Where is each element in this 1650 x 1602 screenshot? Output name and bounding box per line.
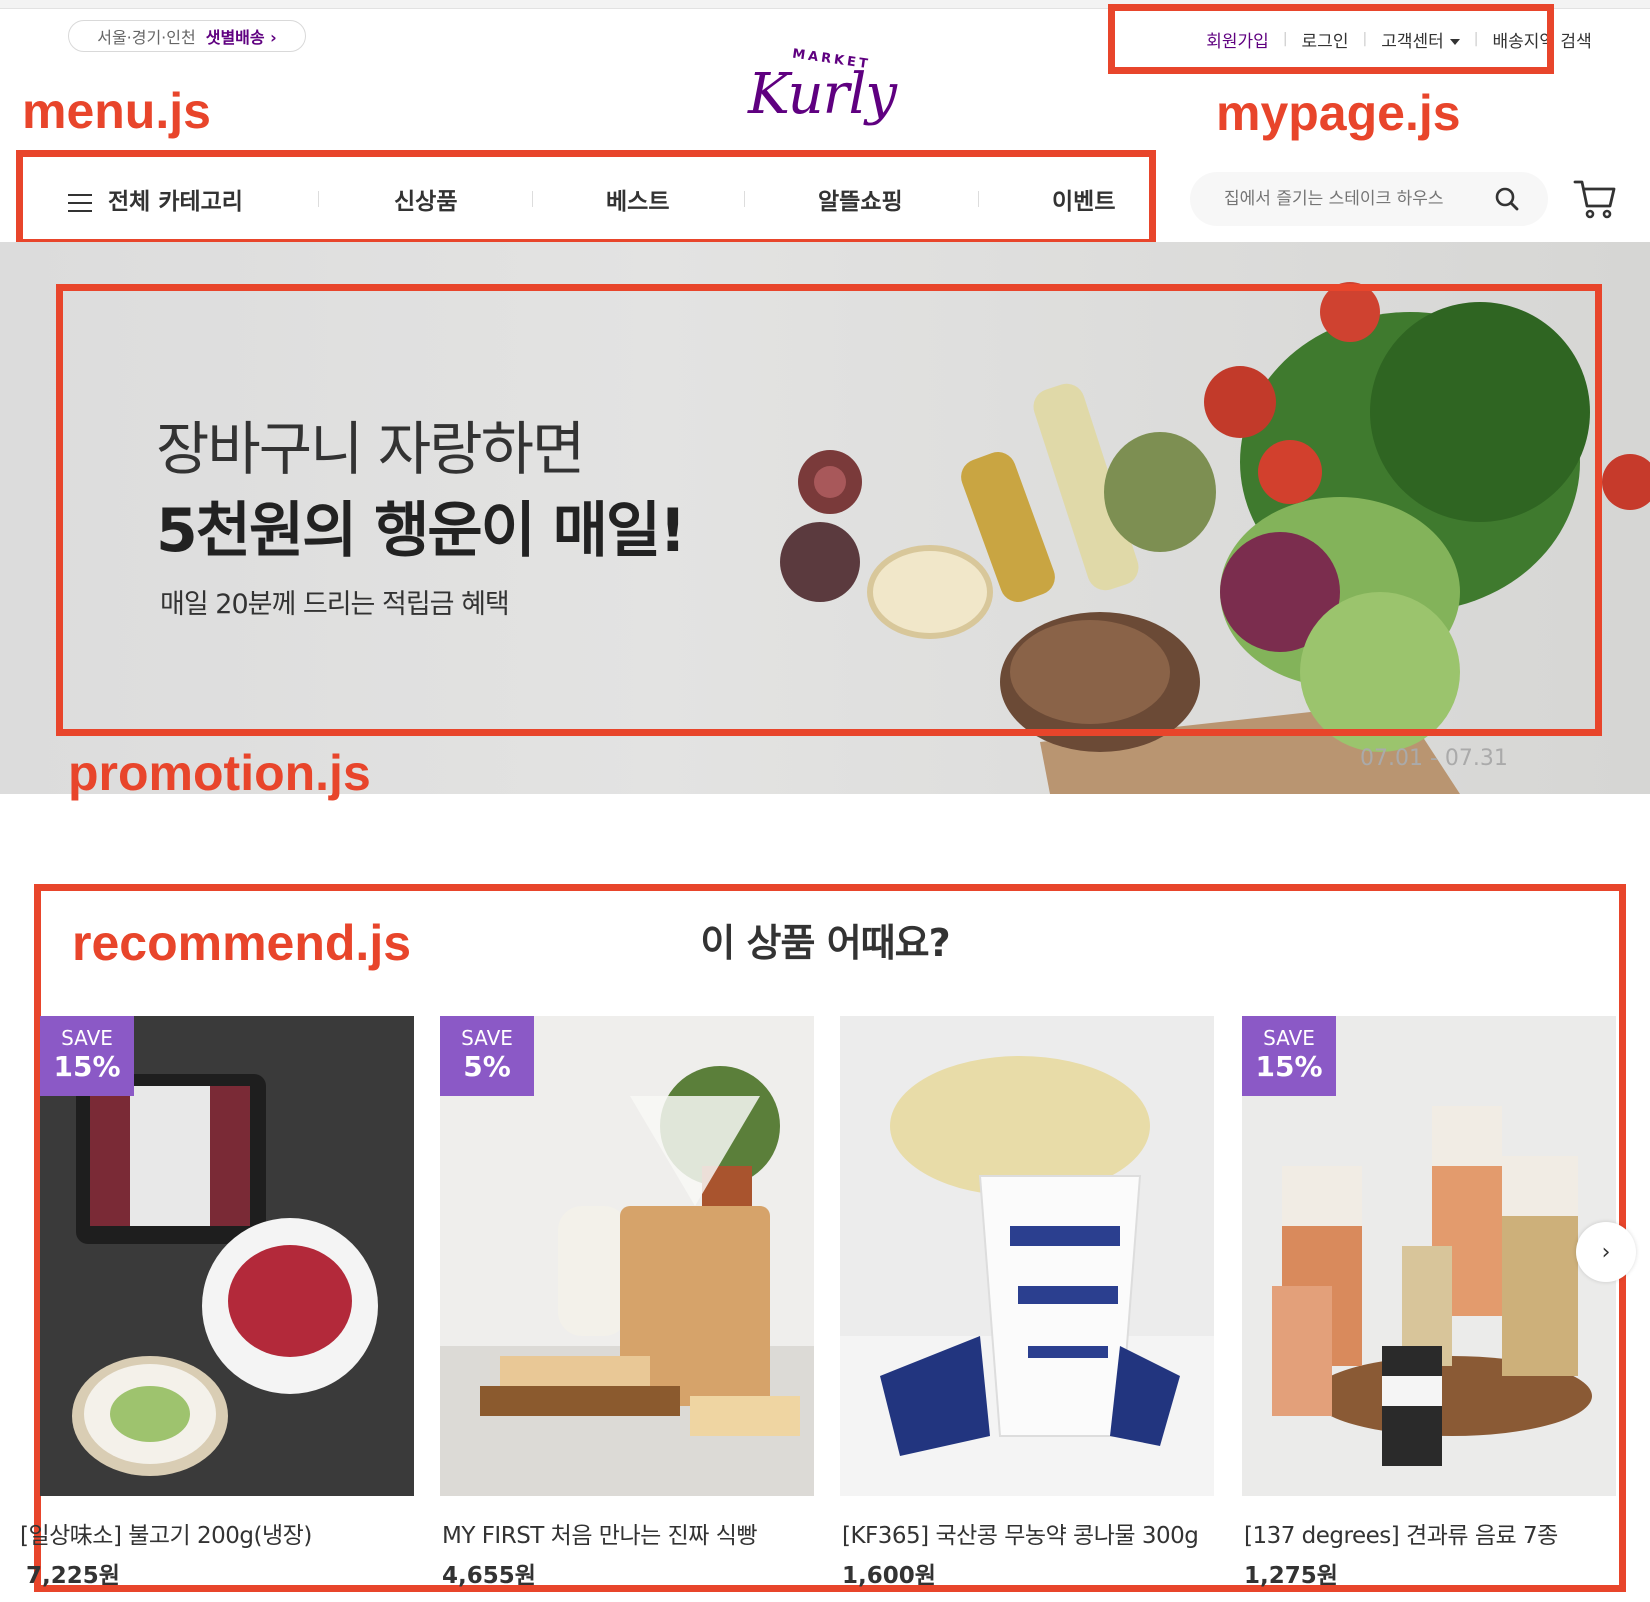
banner-period: 07.01 - 07.31 [1360, 746, 1508, 771]
delivery-region: 서울·경기·인천 [97, 28, 196, 47]
product-name[interactable]: MY FIRST 처음 만나는 진짜 식빵 [442, 1516, 822, 1550]
mypage-annotation-box [1108, 4, 1554, 74]
save-badge: SAVE 15% [40, 1016, 134, 1096]
save-badge: SAVE 5% [440, 1016, 534, 1096]
nav-item-saving[interactable]: 알뜰쇼핑 [818, 182, 903, 216]
product-name[interactable]: [KF365] 국산콩 무농약 콩나물 300g [842, 1516, 1222, 1550]
search-icon[interactable] [1494, 186, 1520, 212]
hamburger-icon [68, 193, 92, 212]
product-price: 1,600원 [842, 1563, 936, 1589]
mypage-annotation-label: mypage.js [1216, 85, 1461, 141]
delivery-label: 샛별배송 › [205, 28, 277, 47]
nav-item-event[interactable]: 이벤트 [1052, 182, 1115, 216]
search-box [1190, 172, 1548, 226]
promotion-annotation-label: promotion.js [68, 745, 371, 801]
carousel-next-button[interactable]: › [1576, 1222, 1636, 1282]
cart-icon[interactable] [1572, 176, 1618, 222]
product-name[interactable]: [일상味소] 불고기 200g(냉장) [20, 1516, 400, 1550]
logo-kurly-text: Kurly [748, 62, 897, 127]
nav-item-new[interactable]: 신상품 [394, 182, 457, 216]
nav-divider [978, 191, 979, 207]
product-price: 7,225원 [26, 1563, 120, 1589]
nav-item-best[interactable]: 베스트 [606, 182, 669, 216]
product-price: 1,275원 [1244, 1563, 1338, 1589]
promotion-annotation-box [56, 284, 1602, 736]
chevron-right-icon: › [1601, 1239, 1611, 1265]
nav-divider [318, 191, 319, 207]
search-input[interactable] [1222, 188, 1496, 210]
nav-divider [532, 191, 533, 207]
kurly-logo[interactable]: MARKET Kurly [748, 47, 908, 150]
recommend-title: 이 상품 어때요? [700, 921, 950, 965]
menu-annotation-label: menu.js [22, 83, 211, 139]
save-badge: SAVE 15% [1242, 1016, 1336, 1096]
main-nav: 전체 카테고리 신상품 베스트 알뜰쇼핑 이벤트 [26, 158, 1154, 238]
product-image-bean-sprouts[interactable] [840, 1016, 1214, 1496]
nav-divider [744, 191, 745, 207]
nav-all-categories[interactable]: 전체 카테고리 [68, 182, 243, 216]
product-price: 4,655원 [442, 1563, 536, 1589]
product-name[interactable]: [137 degrees] 견과류 음료 7종 [1244, 1516, 1624, 1550]
delivery-info-pill[interactable]: 서울·경기·인천 샛별배송 › [68, 20, 306, 52]
